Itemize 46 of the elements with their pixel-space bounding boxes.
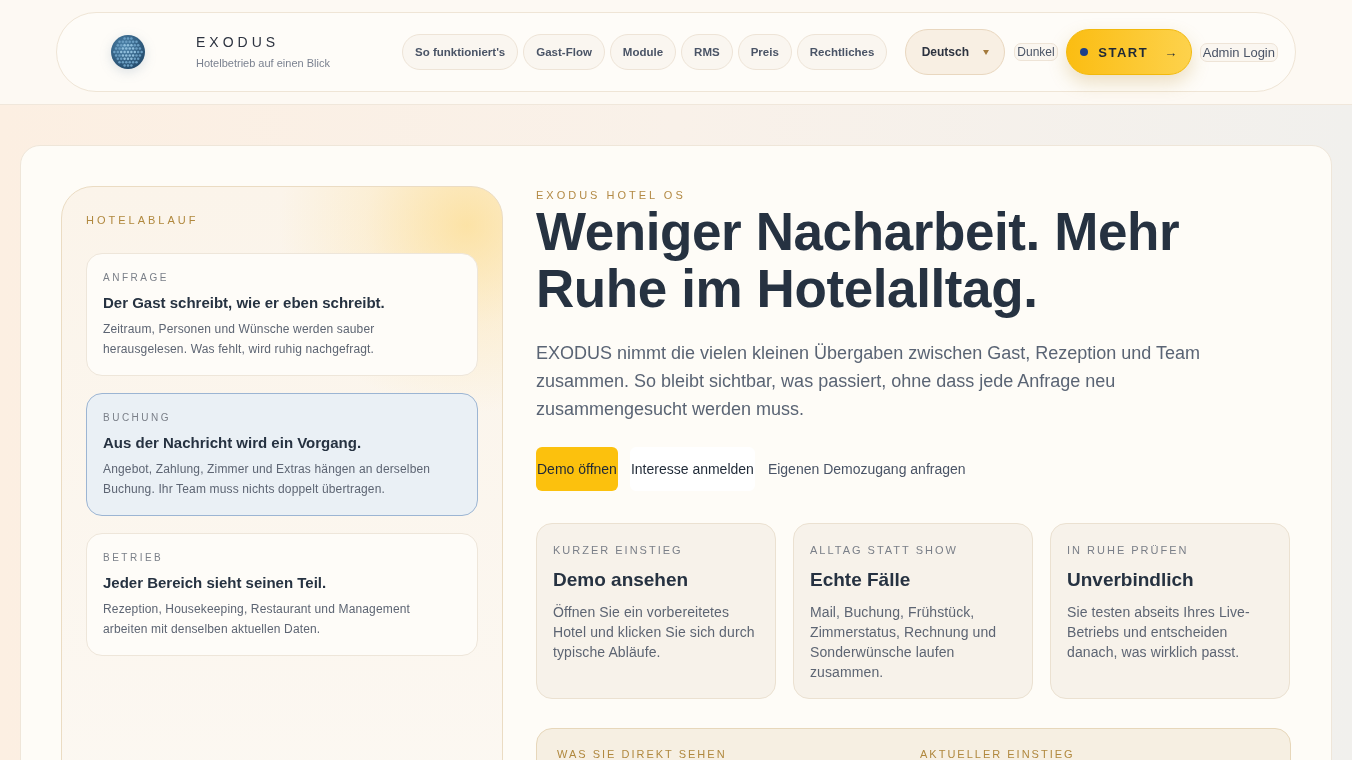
step-title: Aus der Nachricht wird ein Vorgang. [103, 433, 363, 453]
nav-link[interactable]: Rechtliches [796, 34, 888, 70]
step-title: Jeder Bereich sieht seinen Teil. [103, 573, 328, 593]
interest-button[interactable]: Interesse anmelden [629, 447, 755, 491]
nav-link[interactable]: RMS [681, 34, 733, 70]
step-description: Zeitraum, Personen und Wünsche werden sauber herausgelesen. Was fehlt, wird ruhig nachgefragt. [103, 321, 376, 358]
step-label: BUCHUNG [103, 411, 173, 424]
admin-login-button[interactable]: Admin Login [1199, 42, 1278, 62]
feature-label: ALLTAG STATT SHOW [810, 543, 959, 557]
start-button[interactable]: START → [1065, 29, 1192, 75]
caret-icon [983, 49, 990, 55]
status-dot-icon [1080, 48, 1089, 56]
nav-link[interactable]: So funktioniert's [402, 34, 519, 70]
step-label: BETRIEB [103, 551, 165, 564]
summary-heading: AKTUELLER EINSTIEG [920, 747, 1076, 760]
feature-description: Öffnen Sie ein vorbereitetes Hotel und klicken Sie sich durch typische Abläufe. [553, 603, 756, 662]
panel-heading: HOTELABLAUF [86, 213, 200, 227]
hero-title: Weniger Nacharbeit. Mehr Ruhe im Hotelalltag. [536, 203, 1181, 317]
step-description: Rezeption, Housekeeping, Restaurant und Management arbeiten mit denselben aktuellen Daten. [103, 601, 412, 638]
feature-description: Mail, Buchung, Frühstück, Zimmerstatus, Rechnung und Sonderwünsche laufen zusammen. [810, 603, 998, 682]
feature-title: Echte Fälle [810, 568, 912, 592]
select-value: Deutsch [921, 45, 970, 59]
language-select[interactable]: Deutsch [905, 29, 1006, 75]
feature-title: Demo ansehen [553, 568, 690, 592]
eyebrow-label: EXODUS HOTEL OS [536, 188, 686, 202]
step-title: Der Gast schreibt, wie er eben schreibt. [103, 293, 386, 313]
flow-step-card[interactable]: ANFRAGE Der Gast schreibt, wie er eben schreibt. Zeitraum, Personen und Wünsche werden sauber herausgelesen. Was fehlt, wird ruhig nachgefragt. [86, 253, 478, 376]
summary-heading: WAS SIE DIREKT SEHEN [557, 747, 728, 760]
nav-link[interactable]: Module [609, 34, 677, 70]
nav-link[interactable]: Gast-Flow [523, 34, 605, 70]
demo-button[interactable]: Demo öffnen [536, 447, 618, 491]
feature-label: KURZER EINSTIEG [553, 543, 684, 557]
dark-mode-button[interactable]: Dunkel [1014, 43, 1058, 61]
dotted-sphere-logo-icon [111, 35, 145, 69]
feature-description: Sie testen abseits Ihres Live-Betriebs und entscheiden danach, was wirklich passt. [1067, 603, 1251, 662]
step-label: ANFRAGE [103, 271, 170, 284]
hero-intro: EXODUS nimmt die vielen kleinen Übergaben zwischen Gast, Rezeption und Team zusammen. So bleibt sichtbar, was passiert, ohne dass jede Anfrage neu zusammengesucht werden muss. [536, 342, 1201, 421]
step-description: Angebot, Zahlung, Zimmer und Extras hängen an derselben Buchung. Ihr Team muss nichts doppelt übertragen. [103, 461, 432, 498]
flow-step-card[interactable]: BETRIEB Jeder Bereich sieht seinen Teil. Rezeption, Housekeeping, Restaurant und Management arbeiten mit denselben aktuellen Daten. [86, 533, 478, 656]
request-link[interactable]: Eigenen Demozugang anfragen [766, 447, 967, 491]
nav-link[interactable]: Preis [737, 34, 792, 70]
flow-step-card[interactable]: BUCHUNG Aus der Nachricht wird ein Vorgang. Angebot, Zahlung, Zimmer und Extras hängen an derselben Buchung. Ihr Team muss nichts doppelt übertragen. [86, 393, 478, 516]
brand-tagline: Hotelbetrieb auf einen Blick [196, 56, 331, 70]
brand-name: EXODUS [196, 34, 281, 51]
feature-label: IN RUHE PRÜFEN [1067, 543, 1190, 557]
feature-title: Unverbindlich [1067, 568, 1195, 592]
